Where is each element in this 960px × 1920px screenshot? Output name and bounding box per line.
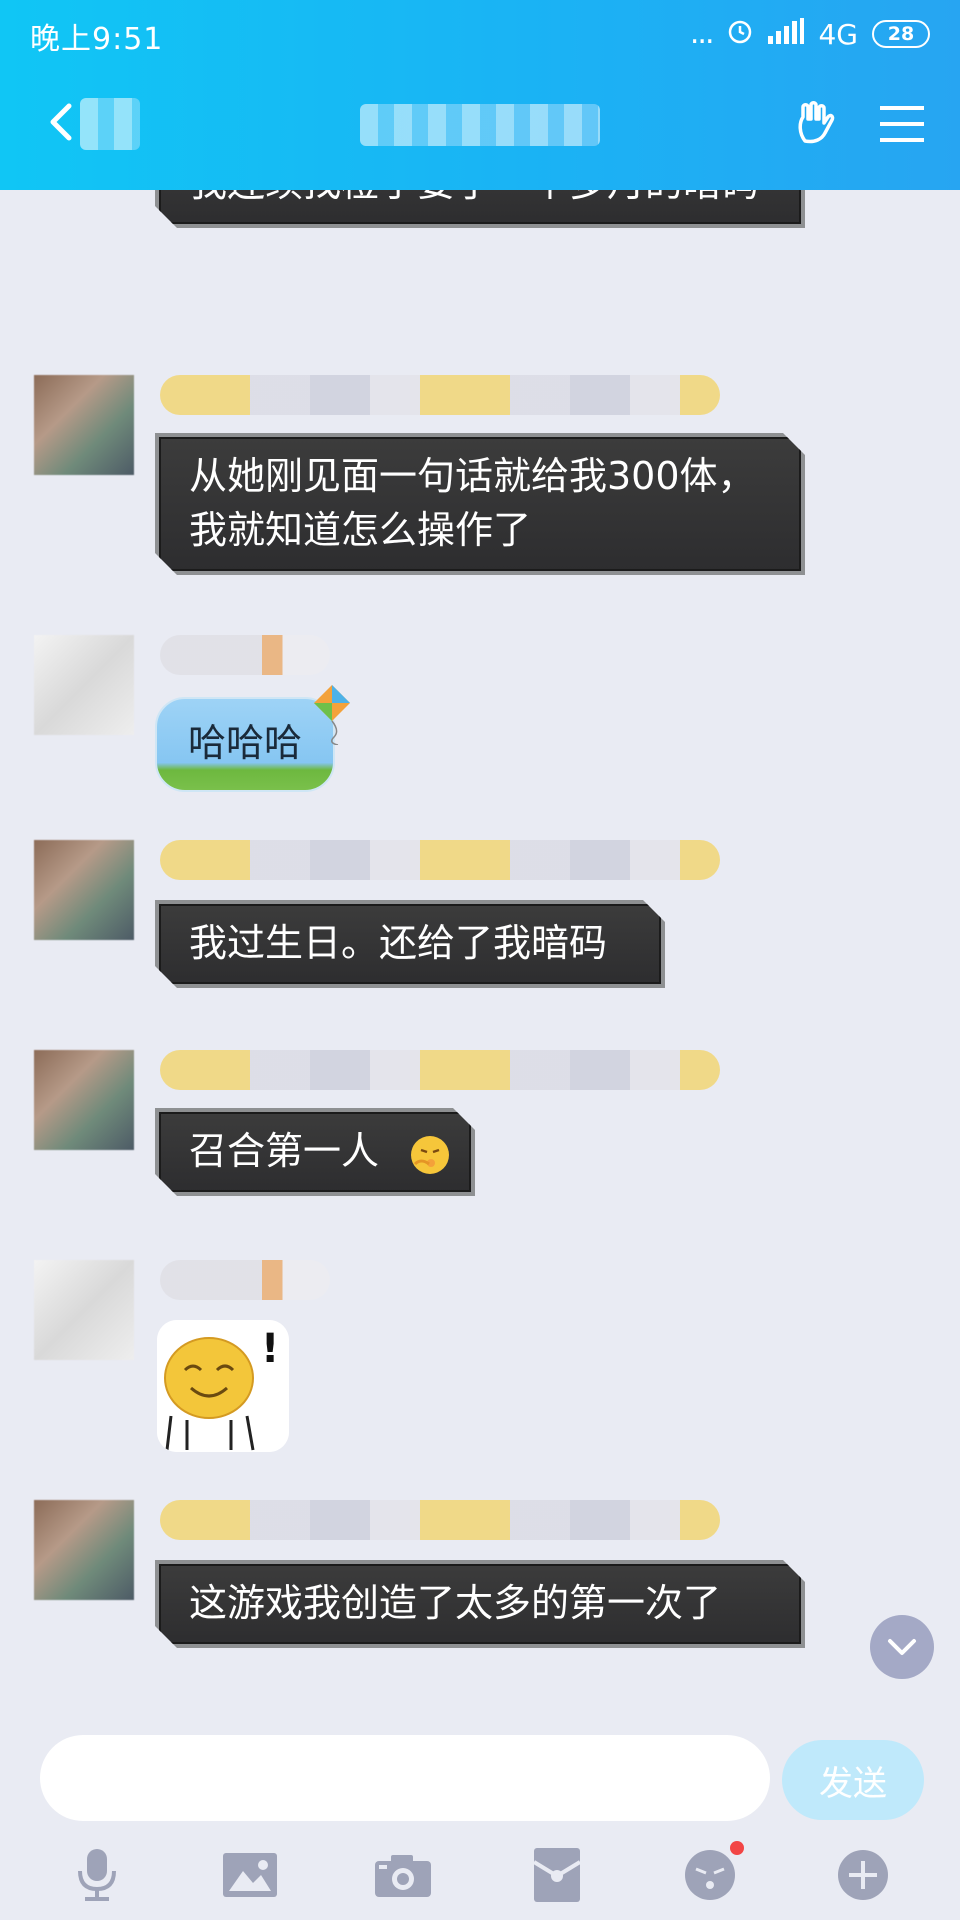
- kite-icon: [310, 685, 354, 749]
- microphone-icon[interactable]: [67, 1845, 127, 1905]
- message-bubble[interactable]: 哈哈哈: [155, 697, 335, 792]
- sender-name-blurred: [160, 1500, 720, 1540]
- message-text: 从她刚见面一句话就给我300体，我就知道怎么操作了: [189, 454, 756, 552]
- message-text: 哈哈哈: [187, 721, 302, 765]
- network-label: 4G: [818, 17, 858, 51]
- top-bar: 晚上9:51 ... 4G 28: [0, 0, 960, 190]
- message-text: 这游戏我创造了太多的第一次了: [189, 1581, 722, 1625]
- header-actions: [792, 100, 926, 148]
- more-dots: ...: [689, 16, 715, 51]
- sticker-image[interactable]: !: [157, 1320, 289, 1452]
- sticker-exclamation: !: [261, 1326, 280, 1372]
- chat-area[interactable]: 我连续找橙子要了一个多月的暗码 从她刚见面一句话就给我300体，我就知道怎么操作…: [0, 100, 960, 1710]
- camera-icon[interactable]: [373, 1845, 433, 1905]
- avatar[interactable]: [34, 1500, 134, 1600]
- avatar[interactable]: [34, 635, 134, 735]
- gesture-icon[interactable]: [792, 100, 840, 148]
- message-text: 我过生日。还给了我暗码: [189, 921, 608, 965]
- sender-name-blurred: [160, 1260, 330, 1300]
- message-bubble[interactable]: 召合第一人: [155, 1108, 475, 1196]
- sender-name-blurred: [160, 840, 720, 880]
- avatar[interactable]: [34, 1050, 134, 1150]
- status-time: 晚上9:51: [30, 22, 164, 57]
- avatar[interactable]: [34, 375, 134, 475]
- message-input[interactable]: [40, 1735, 770, 1821]
- avatar[interactable]: [34, 840, 134, 940]
- message-bubble[interactable]: 这游戏我创造了太多的第一次了: [155, 1560, 805, 1648]
- message-bubble[interactable]: 从她刚见面一句话就给我300体，我就知道怎么操作了: [155, 433, 805, 575]
- battery-icon: 28: [872, 20, 930, 48]
- chat-title-blurred: [360, 104, 600, 146]
- message-text: 召合第一人: [189, 1129, 380, 1173]
- chevron-down-icon: [888, 1639, 916, 1655]
- signal-icon: [768, 17, 805, 51]
- input-toolbar: [0, 1830, 960, 1920]
- sender-name-blurred: [160, 635, 330, 675]
- scroll-to-bottom-button[interactable]: [870, 1615, 934, 1679]
- red-packet-icon[interactable]: [527, 1845, 587, 1905]
- plus-icon[interactable]: [833, 1845, 893, 1905]
- send-button[interactable]: 发送: [782, 1740, 924, 1820]
- notification-dot: [729, 1841, 744, 1855]
- alarm-icon: [726, 17, 754, 52]
- menu-icon[interactable]: [878, 100, 926, 148]
- unread-count-blurred: [80, 98, 140, 150]
- emoji-icon[interactable]: [680, 1841, 744, 1905]
- sender-name-blurred: [160, 1050, 720, 1090]
- status-icons: ... 4G 28: [690, 14, 930, 54]
- back-button[interactable]: [40, 102, 80, 142]
- avatar[interactable]: [34, 1260, 134, 1360]
- emoji-face-icon: [409, 1134, 451, 1190]
- sender-name-blurred: [160, 375, 720, 415]
- message-bubble[interactable]: 我过生日。还给了我暗码: [155, 900, 665, 988]
- image-icon[interactable]: [220, 1845, 280, 1905]
